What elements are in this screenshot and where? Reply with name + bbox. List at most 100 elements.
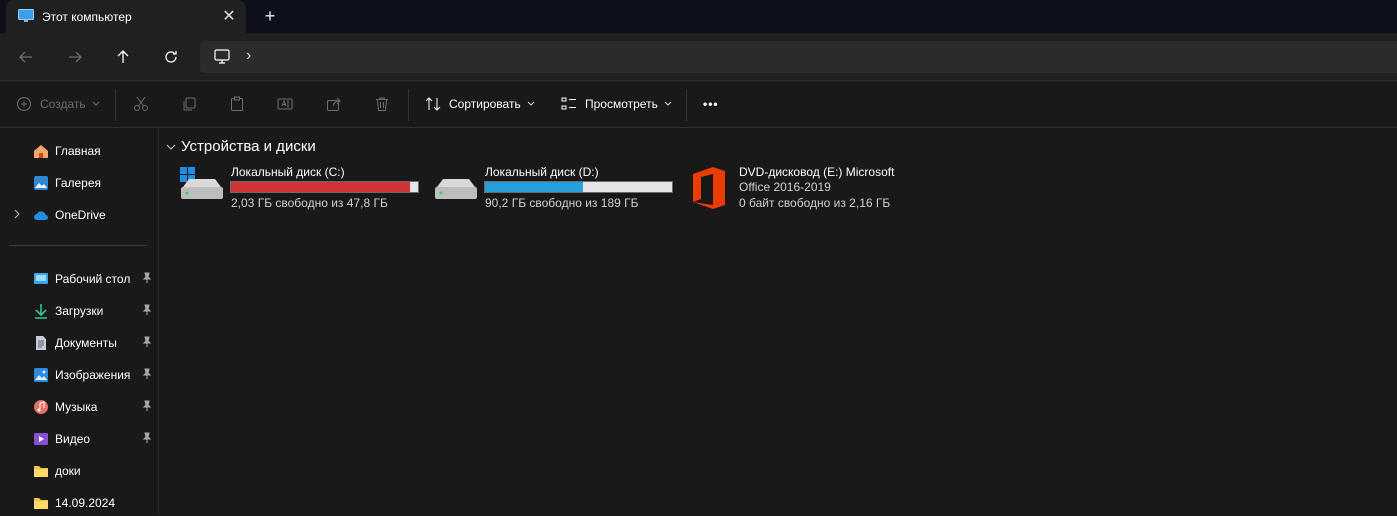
sidebar-item-label: Изображения [55, 368, 131, 382]
arrow-up-icon [117, 50, 129, 63]
drive-free-space: 0 байт свободно из 2,16 ГБ [739, 196, 891, 210]
pin-icon[interactable] [141, 432, 153, 444]
pane-separator [158, 128, 159, 514]
chevron-right-icon[interactable] [12, 209, 21, 219]
sidebar-item-onedrive[interactable]: OneDrive [0, 200, 158, 228]
drive-name: Локальный диск (D:) [485, 165, 599, 179]
drive-e-dvd[interactable]: DVD-дисковод (E:) Microsoft Office 2016-… [688, 163, 918, 213]
chevron-down-icon [527, 101, 535, 106]
sidebar-item-label: Главная [55, 144, 101, 158]
refresh-icon [165, 51, 177, 63]
drive-name-line1: DVD-дисковод (E:) Microsoft [739, 165, 895, 179]
copy-button[interactable] [181, 93, 197, 115]
home-icon [34, 145, 48, 158]
sort-button[interactable]: Сортировать [425, 93, 536, 115]
drive-icon [435, 179, 477, 199]
sidebar-item-label: Видео [55, 432, 91, 446]
sidebar-item-videos[interactable]: Видео [0, 424, 158, 452]
monitor-icon [214, 49, 230, 64]
toolbar-separator [408, 89, 409, 121]
pin-icon[interactable] [141, 272, 153, 284]
plus-circle-icon [17, 97, 31, 111]
drive-c[interactable]: Локальный диск (C:) 2,03 ГБ свободно из … [179, 163, 424, 213]
sidebar-item-home[interactable]: Главная [0, 136, 158, 164]
arrow-left-icon [19, 51, 32, 63]
sort-icon [425, 97, 441, 111]
drive-name-line2: Office 2016-2019 [739, 180, 831, 194]
download-icon [35, 304, 47, 319]
office-icon [693, 167, 725, 209]
drive-usage-fill [231, 182, 411, 192]
scissors-icon [134, 96, 148, 111]
back-button[interactable] [14, 45, 38, 69]
sidebar-item-label: Документы [55, 336, 117, 350]
chevron-down-icon [664, 101, 672, 106]
new-tab-button[interactable]: + [260, 6, 280, 26]
tab-this-pc[interactable]: Этот компьютер ✕ [6, 0, 246, 33]
sidebar-item-folder-date[interactable]: 14.09.2024 [0, 488, 158, 516]
navigation-bar: › [0, 33, 1397, 80]
toolbar-separator [686, 89, 687, 121]
cloud-icon [34, 211, 48, 220]
pin-icon[interactable] [141, 368, 153, 380]
video-icon [34, 433, 48, 445]
sidebar-item-pictures[interactable]: Изображения [0, 360, 158, 388]
sort-label: Сортировать [449, 97, 521, 111]
drive-free-space: 90,2 ГБ свободно из 189 ГБ [485, 196, 639, 210]
arrow-right-icon [69, 51, 82, 63]
forward-button[interactable] [63, 45, 87, 69]
up-button[interactable] [111, 45, 135, 69]
close-tab-button[interactable]: ✕ [220, 7, 238, 25]
sidebar-item-label: доки [55, 464, 81, 478]
drive-d[interactable]: Локальный диск (D:) 90,2 ГБ свободно из … [433, 163, 678, 213]
sidebar-item-label: Музыка [55, 400, 98, 414]
gallery-icon [34, 176, 48, 190]
document-icon [36, 336, 46, 350]
monitor-icon [18, 9, 34, 22]
pin-icon[interactable] [141, 336, 153, 348]
view-button[interactable]: Просмотреть [561, 93, 673, 115]
sidebar-item-label: Галерея [55, 176, 102, 190]
pin-icon[interactable] [141, 304, 153, 316]
clipboard-icon [231, 96, 243, 111]
folder-icon [34, 466, 48, 477]
sidebar-item-music[interactable]: Музыка [0, 392, 158, 420]
toolbar-separator [115, 89, 116, 121]
sidebar-item-documents[interactable]: Документы [0, 328, 158, 356]
share-button[interactable] [326, 93, 342, 115]
quick-access-list: Рабочий стол Загрузки Документы Изображе… [0, 264, 158, 514]
group-header[interactable]: Устройства и диски [181, 138, 316, 155]
chevron-down-icon[interactable] [164, 140, 178, 154]
rename-icon [277, 98, 293, 110]
new-label: Создать [40, 97, 86, 111]
share-icon [327, 97, 341, 111]
desktop-icon [34, 273, 48, 284]
view-list-icon [561, 97, 576, 110]
breadcrumb-chevron[interactable]: › [246, 47, 251, 65]
paste-button[interactable] [229, 93, 245, 115]
drive-name: Локальный диск (C:) [231, 165, 345, 179]
sidebar-item-desktop[interactable]: Рабочий стол [0, 264, 158, 292]
sidebar-item-label: Рабочий стол [55, 272, 131, 286]
copy-icon [183, 97, 196, 111]
delete-button[interactable] [374, 93, 390, 115]
sidebar-item-downloads[interactable]: Загрузки [0, 296, 158, 324]
sidebar-item-label: Загрузки [55, 304, 104, 318]
rename-button[interactable] [277, 93, 293, 115]
more-options-button[interactable]: ••• [703, 93, 719, 115]
sidebar-item-folder-doki[interactable]: доки [0, 456, 158, 484]
sidebar-item-label: OneDrive [55, 208, 106, 222]
address-bar[interactable]: › [200, 41, 1397, 73]
drive-free-space: 2,03 ГБ свободно из 47,8 ГБ [231, 196, 388, 210]
refresh-button[interactable] [159, 45, 183, 69]
new-button[interactable]: Создать [16, 93, 101, 115]
pin-icon[interactable] [141, 400, 153, 412]
view-label: Просмотреть [585, 97, 658, 111]
sidebar-item-gallery[interactable]: Галерея [0, 168, 158, 196]
windows-drive-icon [180, 167, 223, 199]
sidebar-item-label: 14.09.2024 [55, 496, 116, 510]
tab-title: Этот компьютер [42, 10, 132, 24]
cut-button[interactable] [133, 93, 149, 115]
tab-bar: Этот компьютер ✕ + [0, 0, 1397, 33]
command-bar: Создать Сортировать Просмотреть ••• [0, 81, 1397, 127]
